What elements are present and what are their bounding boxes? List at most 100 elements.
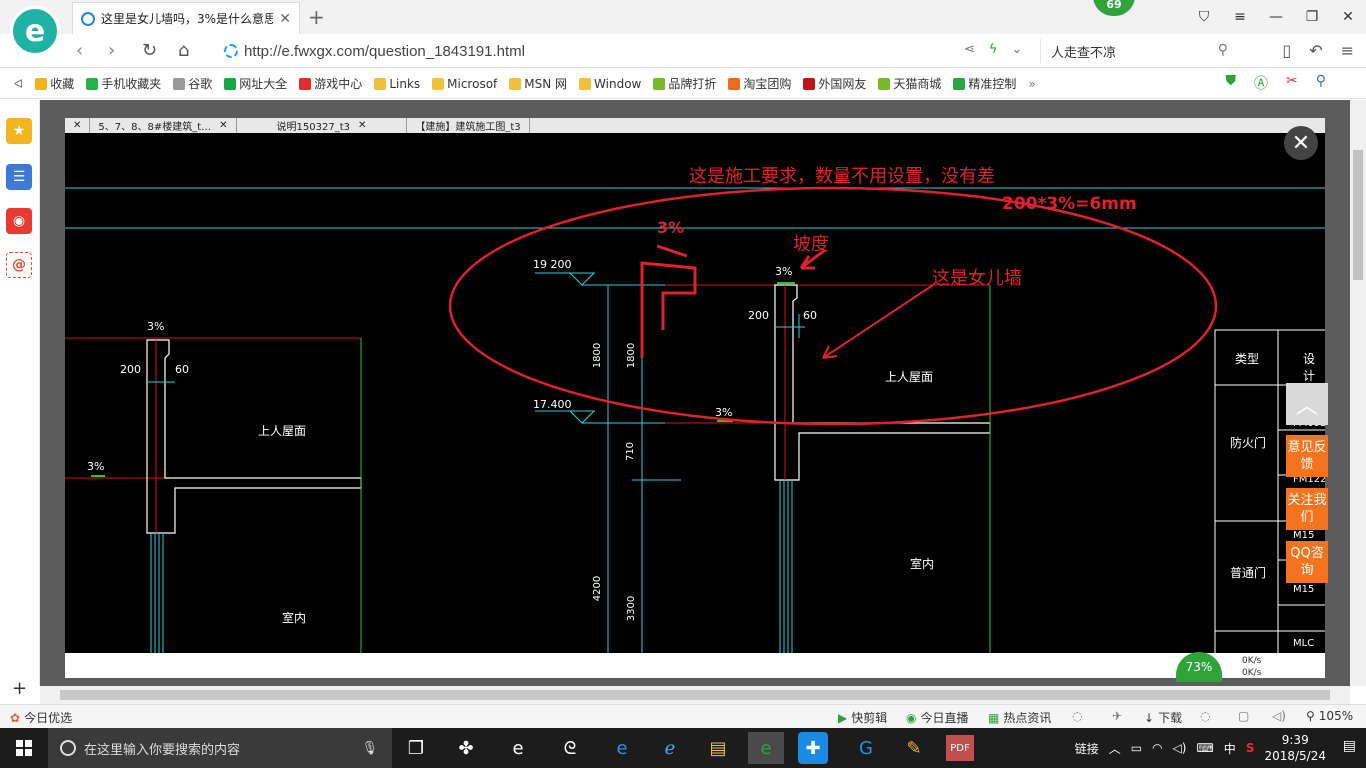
horizontal-scrollbar[interactable] xyxy=(40,686,1350,704)
folder-icon[interactable]: ▤ xyxy=(700,732,736,764)
today-pick[interactable]: ✿ 今日优选 xyxy=(10,709,72,726)
door-code: M15 xyxy=(1293,530,1315,541)
bookmark-item[interactable]: 收藏 xyxy=(35,75,74,92)
pdf-app-icon[interactable]: PDF xyxy=(946,735,974,761)
favorites-star-icon[interactable]: ★ xyxy=(6,118,32,144)
back-to-top-button[interactable]: ︿ xyxy=(1286,383,1328,425)
volume-icon[interactable]: ◁) xyxy=(1173,741,1187,755)
search-input[interactable]: 人走查不凉 ⚲ xyxy=(1040,39,1236,63)
task-view-icon[interactable]: ❐ xyxy=(398,732,434,764)
sound-icon[interactable]: ◁) xyxy=(1272,709,1286,723)
pin-icon[interactable]: ✈ xyxy=(1112,709,1122,723)
start-button[interactable] xyxy=(0,728,48,768)
search-icon[interactable]: ⚲ xyxy=(1218,42,1228,58)
more-bookmarks-icon[interactable]: » xyxy=(1028,77,1035,91)
clean-icon[interactable]: ◌ xyxy=(1200,709,1210,723)
scissors-icon[interactable]: ✂ xyxy=(1286,73,1298,93)
bookmark-item[interactable]: Links xyxy=(374,77,420,91)
fan-app-icon[interactable]: ✤ xyxy=(448,732,484,764)
indoor-label: 室内 xyxy=(282,611,307,625)
bookmark-label: 精准控制 xyxy=(968,77,1017,91)
sidebar-toggle-icon[interactable]: ᐊ xyxy=(14,77,23,91)
mobile-icon[interactable]: ▯ xyxy=(1282,41,1291,60)
bookmark-item[interactable]: 外国网友 xyxy=(803,75,866,92)
address-field[interactable]: http://e.fwxgx.com/question_1843191.html xyxy=(224,39,924,63)
clock[interactable]: 9:39 2018/5/24 xyxy=(1264,732,1326,764)
hamburger-icon[interactable]: ≡ xyxy=(1341,41,1354,60)
g-app-icon[interactable]: G xyxy=(848,732,884,764)
bookmark-icon xyxy=(224,77,237,90)
assist-app-icon[interactable]: ✚ xyxy=(798,732,828,764)
chevron-down-icon[interactable]: ⌄ xyxy=(1011,42,1022,57)
translate-icon[interactable]: Ⓐ xyxy=(1254,73,1268,93)
restore-icon[interactable]: ❐ xyxy=(1294,0,1330,34)
email-icon[interactable]: @ xyxy=(6,252,32,278)
bookmark-item[interactable]: 淘宝团购 xyxy=(728,75,791,92)
forward-icon[interactable]: › xyxy=(108,40,115,61)
bookmark-icon xyxy=(728,77,741,90)
lightning-icon[interactable]: ϟ xyxy=(989,42,998,57)
zoom-level[interactable]: ⚲ 105% xyxy=(1306,709,1353,723)
new-tab-button[interactable]: + xyxy=(308,5,325,29)
refresh-icon[interactable]: ↻ xyxy=(142,40,157,61)
tray-chevron-icon[interactable]: ︿ xyxy=(1109,740,1121,757)
zoom-icon: ⚲ xyxy=(1306,709,1315,723)
browser-logo-icon[interactable]: e xyxy=(10,6,60,56)
undo-icon[interactable]: ↶ xyxy=(1309,41,1322,60)
battery-icon[interactable]: ▭ xyxy=(1131,741,1142,755)
edge-icon[interactable]: e xyxy=(604,732,640,764)
swirl-app-icon[interactable]: ᘓ xyxy=(552,732,588,764)
today-live[interactable]: ◉ 今日直播 xyxy=(906,709,969,726)
ime-indicator[interactable]: 中 xyxy=(1224,740,1236,757)
weibo-icon[interactable]: ◉ xyxy=(6,208,32,234)
shield-icon[interactable]: ⛊ xyxy=(1226,73,1237,93)
hot-news[interactable]: ▦ 热点资讯 xyxy=(988,709,1051,726)
bookmark-item[interactable]: 手机收藏夹 xyxy=(86,75,161,92)
download[interactable]: ↓ 下载 xyxy=(1144,709,1182,726)
browser-tab[interactable]: 这里是女儿墙吗，3%是什么意思 ✕ xyxy=(72,2,300,34)
close-image-button[interactable]: ✕ xyxy=(1284,126,1318,160)
bookmark-item[interactable]: Window xyxy=(579,77,641,91)
taskbar-search-input[interactable]: 在这里输入你要搜索的内容 🎙 xyxy=(48,728,392,768)
microphone-icon[interactable]: 🎙 xyxy=(361,741,378,756)
share-icon[interactable]: ⋖ xyxy=(964,42,975,57)
wifi-icon[interactable]: ◠ xyxy=(1152,741,1162,755)
bookmark-item[interactable]: 网址大全 xyxy=(224,75,287,92)
quick-clip[interactable]: ▶ 快剪辑 xyxy=(838,709,887,726)
net-up: 0K/s xyxy=(1238,656,1266,666)
bookmark-item[interactable]: 谷歌 xyxy=(173,75,212,92)
reader-icon[interactable]: ☰ xyxy=(6,164,32,190)
bookmark-item[interactable]: 品牌打折 xyxy=(653,75,716,92)
close-window-icon[interactable]: ✕ xyxy=(1330,0,1366,34)
elevation-mark xyxy=(569,410,595,424)
menu-icon[interactable]: ≡ xyxy=(1222,0,1258,34)
bookmark-item[interactable]: 游戏中心 xyxy=(299,75,362,92)
edge-old-icon[interactable]: e xyxy=(500,732,536,764)
bookmark-item[interactable]: Microsof xyxy=(432,77,497,91)
speed-icon[interactable]: ◌ xyxy=(1072,709,1082,723)
window-icon[interactable]: ▢ xyxy=(1238,709,1249,723)
speed-badge[interactable]: 69 xyxy=(1093,0,1135,16)
sogou-icon[interactable]: S xyxy=(1246,741,1255,755)
add-sidebar-icon[interactable]: + xyxy=(12,678,27,699)
follow-us-button[interactable]: 关注我们 xyxy=(1286,488,1328,530)
qq-consult-button[interactable]: QQ咨询 xyxy=(1286,541,1328,583)
tab-close-icon[interactable]: ✕ xyxy=(279,11,291,27)
tray-link-label[interactable]: 链接 xyxy=(1075,740,1099,757)
feedback-button[interactable]: 意见反馈 xyxy=(1286,435,1328,477)
bookmark-item[interactable]: 天猫商城 xyxy=(878,75,941,92)
bookmark-item[interactable]: 精准控制 xyxy=(953,75,1016,92)
ie-icon[interactable]: ℯ xyxy=(652,732,688,764)
keyboard-icon[interactable]: ⌨ xyxy=(1196,741,1213,755)
back-icon[interactable]: ‹ xyxy=(76,40,83,61)
notifications-icon[interactable]: ▤ xyxy=(1343,738,1356,754)
minimize-icon[interactable]: — xyxy=(1258,0,1294,34)
bookmark-item[interactable]: MSN 网 xyxy=(509,75,567,92)
browser-app-icon[interactable]: e xyxy=(748,732,784,764)
magnifier-icon[interactable]: ⚲ xyxy=(1316,73,1326,93)
skin-icon[interactable]: ⛉ xyxy=(1186,0,1222,34)
annotation-slope: 坡度 xyxy=(793,234,829,255)
notes-app-icon[interactable]: ✎ xyxy=(896,732,932,764)
vertical-scrollbar[interactable] xyxy=(1350,100,1366,686)
home-icon[interactable]: ⌂ xyxy=(178,40,189,61)
